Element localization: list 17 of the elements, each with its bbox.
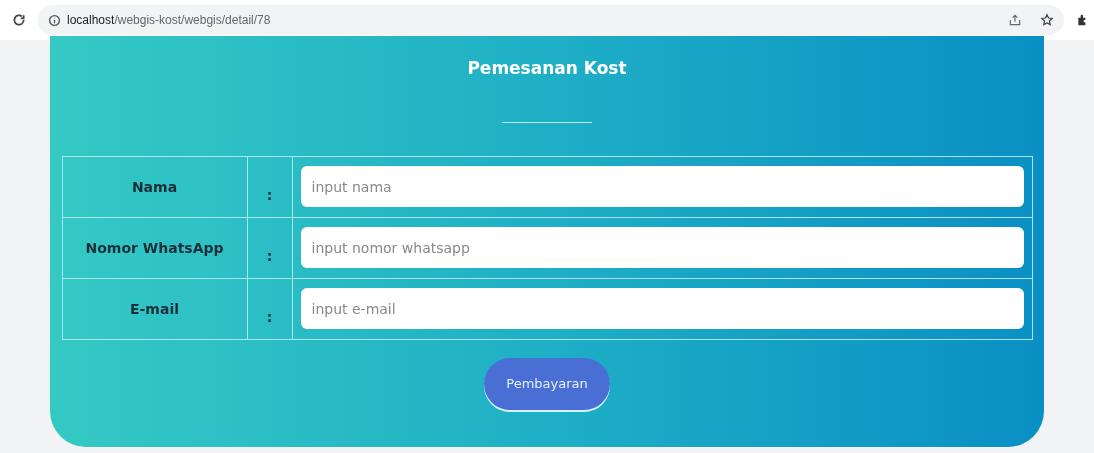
url-text: localhost/webgis-kost/webgis/detail/78 xyxy=(67,12,271,29)
colon-separator: : xyxy=(266,308,273,325)
form-title: Pemesanan Kost xyxy=(467,57,627,80)
input-field[interactable]: input e-mail xyxy=(300,288,1024,329)
field-label: E-mail xyxy=(130,300,179,317)
field-label: Nama xyxy=(131,178,178,195)
input-field[interactable]: input nomor whatsapp xyxy=(300,227,1024,268)
info-icon[interactable] xyxy=(48,13,61,27)
reload-icon[interactable] xyxy=(12,13,26,27)
colon-separator: : xyxy=(266,247,273,264)
input-field[interactable]: input nama xyxy=(300,166,1024,207)
share-icon[interactable] xyxy=(1008,13,1022,27)
address-bar[interactable]: localhost/webgis-kost/webgis/detail/78 xyxy=(38,5,1064,35)
field-label: Nomor WhatsApp xyxy=(85,239,224,256)
star-icon[interactable] xyxy=(1040,13,1054,27)
payment-button[interactable]: Pembayaran xyxy=(484,357,610,410)
colon-separator: : xyxy=(266,186,273,203)
